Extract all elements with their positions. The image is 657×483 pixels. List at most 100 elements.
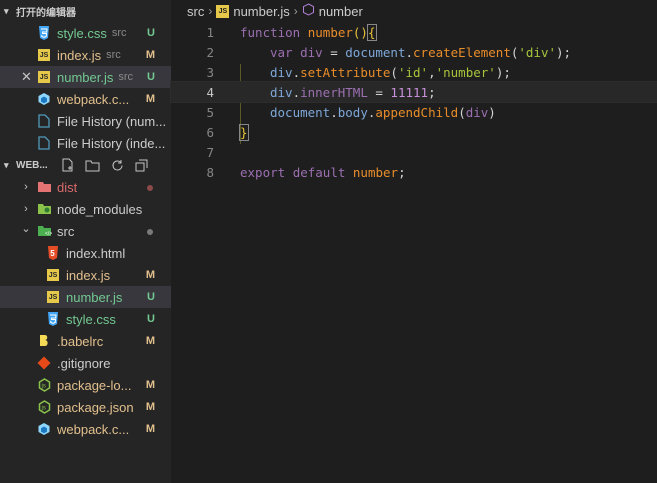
chevron-down-icon: ▾ [4,5,9,16]
code-line-2[interactable]: 2 var div = document.createElement('div'… [171,42,657,62]
css-icon [45,311,61,327]
css-icon [36,25,52,41]
open-editor-item[interactable]: webpack.c... M [0,88,171,110]
folder-icon: </> [36,223,52,239]
file-name: .babelrc [57,333,104,349]
chevron-right-icon: › [208,4,213,18]
git-icon [36,355,52,371]
tree-item[interactable]: JS index.js M [0,264,171,286]
open-editor-item[interactable]: File History (num... [0,110,171,132]
tree-item[interactable]: js package.json M [0,396,171,418]
punct: ( [458,104,466,120]
code-line-4[interactable]: 4 div.innerHTML = 11111; [170,81,657,103]
file-name: style.css [66,311,116,327]
object: div [270,84,293,100]
chevron-down-icon: ▾ [4,159,9,170]
file-name: package-lo... [57,377,132,393]
modified-dot [147,185,153,191]
method: setAttribute [300,64,391,80]
tree-item[interactable]: › dist [0,176,171,198]
file-dir: src [106,49,121,61]
tree-item[interactable]: JS number.js U [0,286,171,308]
line-number: 4 [206,84,214,100]
punct: ( [390,64,398,80]
punct: . [292,84,301,100]
code-line-5[interactable]: 5 document.body.appendChild(div) [171,102,657,122]
file-name: node_modules [57,201,143,217]
code-line-1[interactable]: 1 function number(){ [171,22,657,42]
breadcrumb-file[interactable]: number.js [233,4,289,19]
method: appendChild [375,104,459,120]
git-status-badge: M [145,49,155,61]
object: div [270,64,293,80]
project-header[interactable]: ▾ WEB... [0,154,171,176]
svg-text:5: 5 [50,249,55,258]
file-name: src [57,223,75,239]
breadcrumb-symbol[interactable]: number [319,4,363,19]
file-name: number.js [66,289,123,305]
file-name: File History (num... [57,113,167,129]
code-line-6[interactable]: 6 } [171,122,657,142]
file-name: webpack.c... [57,91,130,107]
code-line-3[interactable]: 3 div.setAttribute('id','number'); [171,62,657,82]
svg-text:js: js [40,384,45,390]
argument: div [465,104,489,120]
file-name: index.js [66,267,111,283]
js-icon: JS [216,4,230,18]
code-line-8[interactable]: 8 export default number; [171,162,657,182]
file-name: .gitignore [57,355,111,371]
punct: , [428,64,436,80]
js-icon: JS [36,69,52,85]
open-editor-item[interactable]: JS index.js src M [0,44,171,66]
webpack-icon [36,91,52,107]
file-icon [36,135,52,151]
open-editor-item[interactable]: style.css src U [0,22,171,44]
git-status-badge: M [145,93,155,105]
open-editor-item[interactable]: ✕ JS number.js src U [0,66,171,88]
punct: ); [556,44,572,60]
new-file-icon[interactable] [60,158,75,173]
tree-item[interactable]: › node_modules [0,198,171,220]
new-folder-icon[interactable] [85,158,100,173]
code-line-7[interactable]: 7 [171,142,657,162]
string: 'number' [435,64,496,80]
close-icon[interactable]: ✕ [21,69,32,85]
folder-icon [36,179,52,195]
punct: } [239,123,249,141]
tree-item[interactable]: style.css U [0,308,171,330]
keyword: var [270,44,293,60]
operator: = [367,84,391,100]
punct: . [292,64,301,80]
chevron-right-icon[interactable]: › [18,203,34,215]
chevron-down-icon[interactable]: ⌄ [18,222,34,235]
js-icon: JS [45,289,61,305]
file-icon [36,113,52,129]
collapse-all-icon[interactable] [135,158,150,173]
git-status-badge: M [145,423,155,435]
tree-item[interactable]: js package-lo... M [0,374,171,396]
breadcrumb-folder[interactable]: src [187,4,204,19]
method: createElement [413,44,511,60]
chevron-right-icon: › [293,4,298,18]
keyword: function [240,24,301,40]
keyword: export [240,164,286,180]
open-editors-header[interactable]: ▾ 打开的编辑器 [0,0,171,22]
tree-item[interactable]: ⌄ </> src [0,220,171,242]
property: body [337,104,368,120]
tree-item[interactable]: webpack.c... M [0,418,171,440]
tree-item[interactable]: .babelrc M [0,330,171,352]
open-editor-item[interactable]: File History (inde... [0,132,171,154]
tree-item[interactable]: 5 index.html [0,242,171,264]
object: document [345,44,406,60]
line-number: 6 [206,124,214,140]
keyword: default [292,164,346,180]
identifier: number [352,164,399,180]
chevron-right-icon[interactable]: › [18,181,34,193]
refresh-icon[interactable] [110,158,125,173]
file-dir: src [118,71,134,83]
code-editor[interactable]: 1 function number(){ 2 var div = documen… [170,22,657,182]
tree-item[interactable]: .gitignore [0,352,171,374]
line-number: 5 [206,104,214,120]
function-name: number [307,24,353,40]
line-number: 3 [206,64,214,80]
